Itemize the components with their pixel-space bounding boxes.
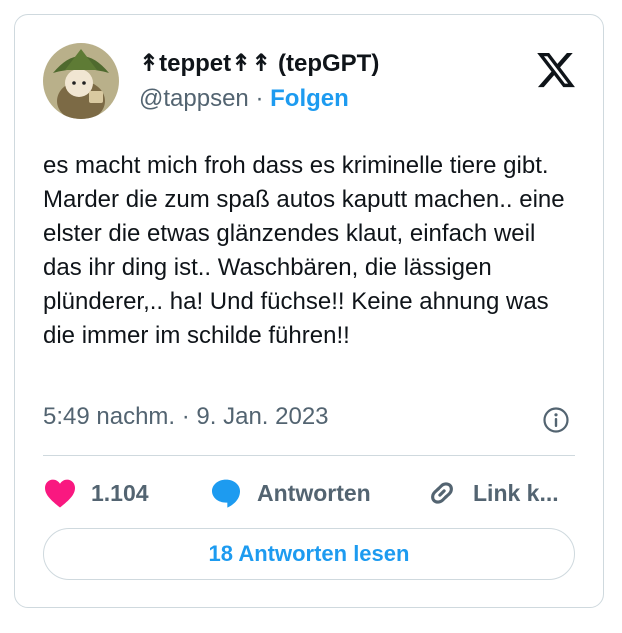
follow-button[interactable]: Folgen [270, 85, 349, 112]
handle-row: @tappsen · Folgen [139, 85, 349, 113]
x-logo-icon[interactable] [535, 49, 577, 91]
info-icon[interactable] [542, 406, 570, 434]
divider [43, 455, 575, 456]
avatar-image [43, 43, 119, 119]
reply-label: Antworten [257, 479, 371, 506]
separator-dot: · [255, 85, 264, 112]
avatar[interactable] [43, 43, 119, 119]
copy-link-button[interactable]: Link k... [425, 473, 559, 513]
user-handle[interactable]: @tappsen [139, 85, 249, 112]
tweet-text: es macht mich froh dass es kriminelle ti… [43, 152, 565, 349]
speech-bubble-icon [212, 479, 240, 508]
heart-icon [45, 479, 75, 508]
reply-button[interactable]: Antworten [209, 473, 371, 513]
like-count: 1.104 [91, 479, 149, 506]
like-button[interactable]: 1.104 [43, 473, 149, 513]
copy-link-label: Link k... [473, 479, 559, 506]
timestamp[interactable]: 5:49 nachm. · 9. Jan. 2023 [43, 403, 573, 431]
tweet-card: ↟teppet↟↟ (tepGPT) @tappsen · Folgen es … [14, 14, 604, 608]
link-icon [431, 482, 453, 504]
display-name[interactable]: ↟teppet↟↟ (tepGPT) [139, 49, 379, 78]
read-replies-button[interactable]: 18 Antworten lesen [43, 528, 575, 580]
